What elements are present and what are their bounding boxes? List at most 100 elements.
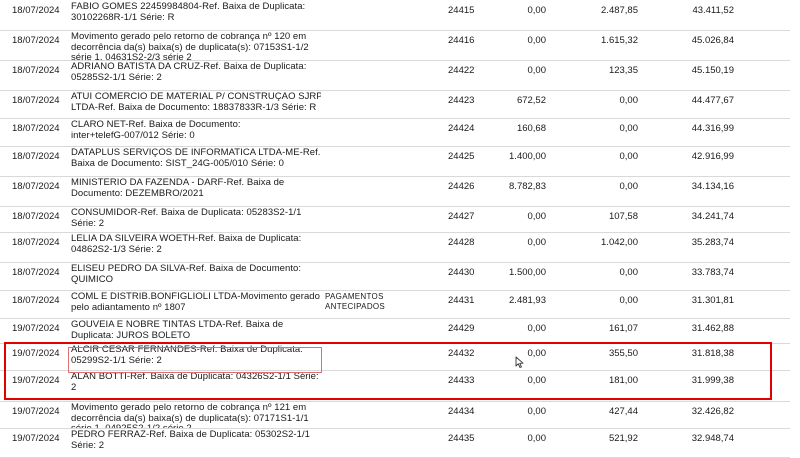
ledger-row: 19/07/2024 GOUVEIA E NOBRE TINTAS LTDA-Re… xyxy=(0,318,790,344)
description-line: PEDRO FERRAZ-Ref. Baixa de Duplicata: 05… xyxy=(71,430,310,440)
ledger-row: 18/07/2024 MINISTERIO DA FAZENDA - DARF-R… xyxy=(0,176,790,207)
ledger-row: 18/07/2024 ATUI COMERCIO DE MATERIAL P/ C… xyxy=(0,90,790,119)
row-debit: 0,00 xyxy=(527,65,547,76)
row-credit: 1.042,00 xyxy=(601,237,638,248)
row-description: COML E DISTRIB.BONFIGLIOLI LTDA-Moviment… xyxy=(71,292,321,313)
row-date: 18/07/2024 xyxy=(12,211,60,222)
description-line: Duplicata: JUROS BOLETO xyxy=(71,330,191,341)
row-balance: 44.477,67 xyxy=(691,95,734,106)
row-balance: 42.916,99 xyxy=(691,151,734,162)
description-line: Série: 2 xyxy=(71,440,105,451)
row-date: 18/07/2024 xyxy=(12,5,60,16)
row-entry-number: 24426 xyxy=(448,181,475,192)
row-credit: 0,00 xyxy=(619,151,639,162)
ledger-row: 18/07/2024 ADRIANO BATISTA DA CRUZ-Ref. B… xyxy=(0,60,790,91)
row-credit: 0,00 xyxy=(619,95,639,106)
row-date: 18/07/2024 xyxy=(12,65,60,76)
row-description: FABIO GOMES 22459984804-Ref. Baixa de Du… xyxy=(71,2,321,23)
row-debit: 160,68 xyxy=(516,123,546,134)
row-balance: 35.283,74 xyxy=(691,237,734,248)
description-line: FABIO GOMES 22459984804-Ref. Baixa de Du… xyxy=(71,2,306,12)
row-entry-number: 24416 xyxy=(448,35,475,46)
row-debit: 8.782,83 xyxy=(509,181,546,192)
row-entry-number: 24425 xyxy=(448,151,475,162)
description-line: CLARO NET-Ref. Baixa de Documento: xyxy=(71,120,241,130)
row-credit: 2.487,85 xyxy=(601,5,638,16)
row-date: 18/07/2024 xyxy=(12,123,60,134)
row-entry-number: 24424 xyxy=(448,123,475,134)
row-credit: 521,92 xyxy=(608,433,638,444)
ledger-row: 18/07/2024 COML E DISTRIB.BONFIGLIOLI LTD… xyxy=(0,290,790,319)
description-line: ATUI COMERCIO DE MATERIAL P/ CONSTRUÇÃO … xyxy=(71,92,321,102)
row-balance: 43.411,52 xyxy=(692,5,734,16)
row-entry-number: 24434 xyxy=(448,406,475,417)
row-balance: 45.026,84 xyxy=(691,35,734,46)
row-credit: 0,00 xyxy=(619,123,639,134)
row-description: CONSUMIDOR-Ref. Baixa de Duplicata: 0528… xyxy=(71,208,321,229)
row-entry-number: 24430 xyxy=(448,267,475,278)
row-description: Movimento gerado pelo retorno de cobranç… xyxy=(71,32,321,60)
row-debit: 0,00 xyxy=(527,35,547,46)
row-entry-number: 24428 xyxy=(448,237,475,248)
description-line: MINISTERIO DA FAZENDA - DARF-Ref. Baixa … xyxy=(71,178,285,188)
row-date: 18/07/2024 xyxy=(12,95,60,106)
ledger-row: 18/07/2024 Movimento gerado pelo retorno … xyxy=(0,30,790,61)
row-credit: 123,35 xyxy=(608,65,638,76)
description-line: decorrência da(s) baixa(s) de duplicata(… xyxy=(71,413,309,424)
ledger-row: 18/07/2024 DATAPLUS SERVIÇOS DE INFORMATI… xyxy=(0,146,790,177)
row-debit: 672,52 xyxy=(516,95,546,106)
row-date: 18/07/2024 xyxy=(12,35,60,46)
row-debit: 0,00 xyxy=(527,5,547,16)
row-debit: 0,00 xyxy=(527,323,547,334)
row-balance: 45.150,19 xyxy=(691,65,734,76)
row-entry-number: 24431 xyxy=(448,295,475,306)
row-debit: 0,00 xyxy=(527,211,547,222)
row-debit: 1.500,00 xyxy=(509,267,546,278)
row-description: ELISEU PEDRO DA SILVA-Ref. Baixa de Docu… xyxy=(71,264,321,285)
note-line: ANTECIPADOS xyxy=(325,302,386,311)
row-balance: 34.134,16 xyxy=(691,181,734,192)
row-note: PAGAMENTOS ANTECIPADOS xyxy=(325,292,385,312)
row-date: 18/07/2024 xyxy=(12,295,60,306)
row-balance: 31.462,88 xyxy=(691,323,734,334)
description-line: DATAPLUS SERVIÇOS DE INFORMATICA LTDA-ME… xyxy=(71,148,321,158)
row-entry-number: 24415 xyxy=(448,5,475,16)
mouse-cursor-icon xyxy=(515,356,524,368)
row-credit: 107,58 xyxy=(608,211,638,222)
description-line: Documento: DEZEMBRO/2021 xyxy=(71,188,204,199)
description-line: 04862S2-1/3 Série: 2 xyxy=(71,244,162,255)
row-debit: 0,00 xyxy=(527,237,547,248)
row-date: 18/07/2024 xyxy=(12,181,60,192)
row-credit: 0,00 xyxy=(619,267,639,278)
description-line: Movimento gerado pelo retorno de cobranç… xyxy=(71,32,307,42)
description-line: 30102268R-1/1 Série: R xyxy=(71,12,175,23)
row-entry-number: 24422 xyxy=(448,65,475,76)
row-balance: 32.948,74 xyxy=(691,433,734,444)
description-line: pelo adiantamento nº 1807 xyxy=(71,302,186,313)
row-entry-number: 24423 xyxy=(448,95,475,106)
row-credit: 161,07 xyxy=(608,323,638,334)
ledger-row: 18/07/2024 LELIA DA SILVEIRA WOETH-Ref. B… xyxy=(0,232,790,263)
row-balance: 34.241,74 xyxy=(691,211,734,222)
description-line: Baixa de Documento: SIST_24G-005/010 Sér… xyxy=(71,158,284,169)
row-debit: 1.400,00 xyxy=(509,151,546,162)
row-credit: 0,00 xyxy=(619,181,639,192)
row-credit: 427,44 xyxy=(608,406,638,417)
row-description: CLARO NET-Ref. Baixa de Documento: inter+… xyxy=(71,120,321,141)
row-description: MINISTERIO DA FAZENDA - DARF-Ref. Baixa … xyxy=(71,178,321,199)
ledger-row: 18/07/2024 CLARO NET-Ref. Baixa de Docume… xyxy=(0,118,790,147)
description-line: 05285S2-1/1 Série: 2 xyxy=(71,72,162,83)
description-line: Série: 2 xyxy=(71,218,105,229)
description-line: LELIA DA SILVEIRA WOETH-Ref. Baixa de Du… xyxy=(71,234,302,244)
row-entry-number: 24429 xyxy=(448,323,475,334)
description-line: LTDA-Ref. Baixa de Documento: 18837833R-… xyxy=(71,102,317,113)
description-line: Movimento gerado pelo retorno de cobranç… xyxy=(71,403,307,413)
row-date: 18/07/2024 xyxy=(12,237,60,248)
row-date: 19/07/2024 xyxy=(12,323,60,334)
row-credit: 1.615,32 xyxy=(601,35,638,46)
row-description: Movimento gerado pelo retorno de cobranç… xyxy=(71,403,321,428)
row-debit: 0,00 xyxy=(527,433,547,444)
row-debit: 0,00 xyxy=(527,406,547,417)
row-entry-number: 24427 xyxy=(448,211,475,222)
ledger-row: 19/07/2024 PEDRO FERRAZ-Ref. Baixa de Dup… xyxy=(0,428,790,458)
